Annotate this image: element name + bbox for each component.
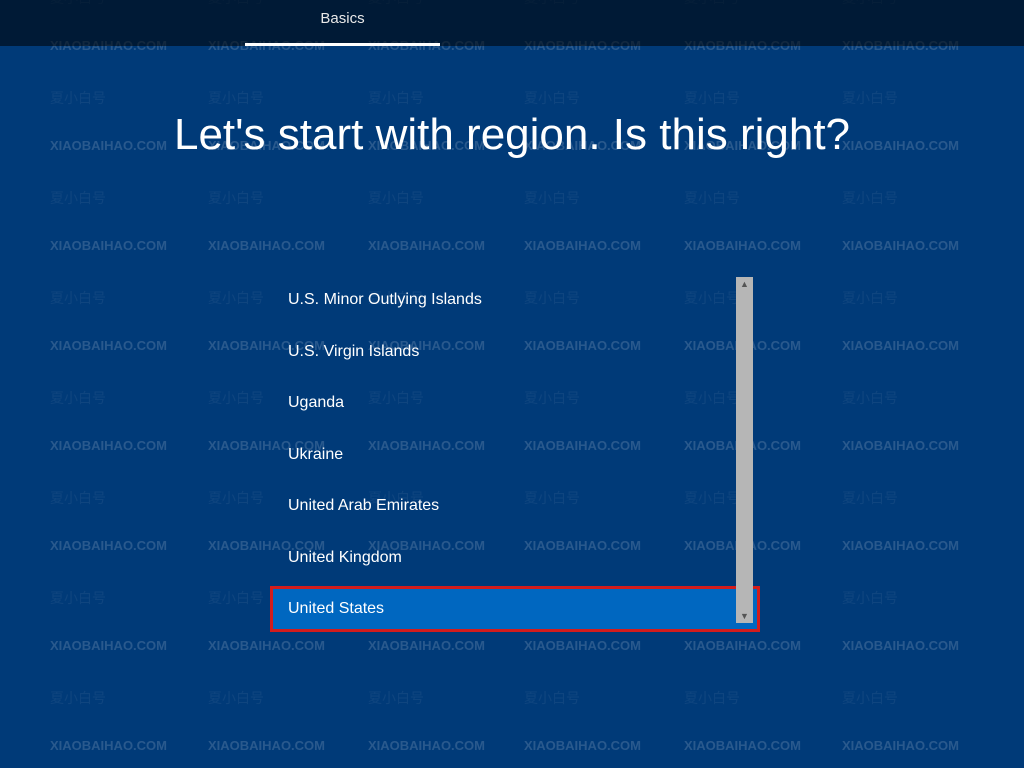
region-item-label: U.S. Virgin Islands: [288, 343, 419, 360]
region-item-label: United States: [288, 600, 384, 617]
watermark-cell: 夏小白号: [208, 388, 264, 408]
region-item-label: Uganda: [288, 394, 344, 411]
watermark-cell: 夏小白号: [208, 188, 264, 208]
watermark-cell: 夏小白号: [50, 188, 106, 208]
region-list[interactable]: U.S. Minor Outlying Islands U.S. Virgin I…: [270, 277, 760, 632]
watermark-cell: 夏小白号: [842, 688, 898, 708]
watermark-cell: XIAOBAIHAO.COM: [50, 638, 167, 653]
watermark-cell: 夏小白号: [50, 388, 106, 408]
region-item[interactable]: United States: [270, 586, 760, 632]
region-item-label: Ukraine: [288, 446, 343, 463]
watermark-cell: 夏小白号: [684, 688, 740, 708]
oobe-topbar: Basics: [0, 0, 1024, 46]
watermark-cell: 夏小白号: [50, 588, 106, 608]
region-item[interactable]: United Arab Emirates: [270, 483, 760, 529]
watermark-cell: XIAOBAIHAO.COM: [842, 738, 959, 753]
watermark-cell: XIAOBAIHAO.COM: [524, 638, 641, 653]
page-heading: Let's start with region. Is this right?: [0, 110, 1024, 160]
region-item-label: United Kingdom: [288, 549, 402, 566]
watermark-cell: XIAOBAIHAO.COM: [368, 638, 485, 653]
watermark-cell: 夏小白号: [50, 688, 106, 708]
watermark-cell: XIAOBAIHAO.COM: [50, 738, 167, 753]
region-item-label: U.S. Minor Outlying Islands: [288, 291, 482, 308]
watermark-cell: XIAOBAIHAO.COM: [842, 338, 959, 353]
watermark-cell: XIAOBAIHAO.COM: [842, 438, 959, 453]
tab-basics: Basics: [245, 0, 440, 46]
watermark-cell: XIAOBAIHAO.COM: [50, 438, 167, 453]
watermark-cell: 夏小白号: [50, 488, 106, 508]
watermark-cell: XIAOBAIHAO.COM: [208, 638, 325, 653]
watermark-cell: XIAOBAIHAO.COM: [842, 238, 959, 253]
region-item[interactable]: Uganda: [270, 380, 760, 426]
watermark-cell: 夏小白号: [842, 188, 898, 208]
watermark-cell: 夏小白号: [208, 88, 264, 108]
tab-basics-label: Basics: [320, 10, 364, 27]
watermark-cell: 夏小白号: [684, 88, 740, 108]
watermark-cell: XIAOBAIHAO.COM: [684, 638, 801, 653]
watermark-cell: XIAOBAIHAO.COM: [208, 238, 325, 253]
watermark-cell: 夏小白号: [524, 88, 580, 108]
watermark-cell: 夏小白号: [368, 188, 424, 208]
watermark-cell: XIAOBAIHAO.COM: [368, 238, 485, 253]
watermark-cell: 夏小白号: [842, 588, 898, 608]
region-item[interactable]: United Kingdom: [270, 535, 760, 581]
scroll-up-arrow-icon[interactable]: ▲: [740, 277, 749, 291]
watermark-cell: 夏小白号: [684, 188, 740, 208]
watermark-cell: XIAOBAIHAO.COM: [842, 638, 959, 653]
watermark-cell: 夏小白号: [842, 88, 898, 108]
region-item-label: United Arab Emirates: [288, 497, 439, 514]
region-scrollbar[interactable]: ▲ ▼: [736, 277, 753, 623]
watermark-cell: 夏小白号: [842, 488, 898, 508]
watermark-cell: XIAOBAIHAO.COM: [50, 538, 167, 553]
watermark-cell: 夏小白号: [524, 188, 580, 208]
watermark-cell: 夏小白号: [842, 288, 898, 308]
watermark-cell: XIAOBAIHAO.COM: [208, 738, 325, 753]
watermark-cell: 夏小白号: [368, 688, 424, 708]
watermark-cell: 夏小白号: [208, 588, 264, 608]
watermark-cell: 夏小白号: [524, 688, 580, 708]
watermark-cell: XIAOBAIHAO.COM: [50, 238, 167, 253]
watermark-cell: XIAOBAIHAO.COM: [684, 738, 801, 753]
region-item[interactable]: Ukraine: [270, 432, 760, 478]
watermark-cell: 夏小白号: [842, 388, 898, 408]
watermark-cell: 夏小白号: [208, 688, 264, 708]
watermark-cell: 夏小白号: [368, 88, 424, 108]
watermark-cell: 夏小白号: [50, 88, 106, 108]
watermark-cell: 夏小白号: [208, 488, 264, 508]
watermark-cell: 夏小白号: [208, 288, 264, 308]
region-item[interactable]: U.S. Minor Outlying Islands: [270, 277, 760, 323]
watermark-cell: XIAOBAIHAO.COM: [524, 238, 641, 253]
region-item[interactable]: U.S. Virgin Islands: [270, 329, 760, 375]
watermark-cell: XIAOBAIHAO.COM: [684, 238, 801, 253]
watermark-cell: XIAOBAIHAO.COM: [524, 738, 641, 753]
watermark-cell: XIAOBAIHAO.COM: [842, 538, 959, 553]
watermark-cell: XIAOBAIHAO.COM: [368, 738, 485, 753]
scroll-down-arrow-icon[interactable]: ▼: [740, 609, 749, 623]
watermark-cell: 夏小白号: [50, 288, 106, 308]
watermark-cell: XIAOBAIHAO.COM: [50, 338, 167, 353]
